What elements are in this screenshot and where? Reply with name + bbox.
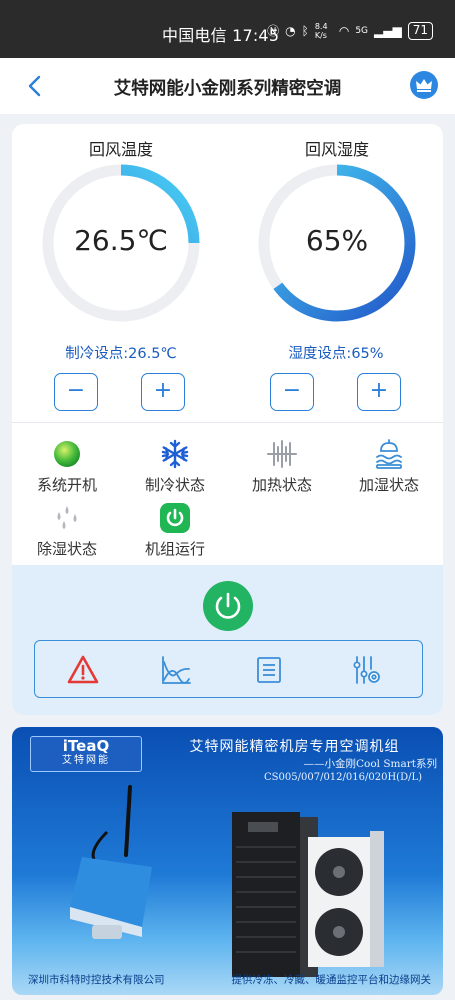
status-bar: 中国电信 17:45 Ⓝ ◔ ᛒ 8.4 K/s ◠ 5G ▂▄▆ 71 xyxy=(0,0,455,58)
return-temp-value: 26.5℃ xyxy=(74,224,168,257)
battery-indicator: 71 xyxy=(407,22,433,40)
heater-icon xyxy=(267,440,297,468)
product-banner[interactable]: iTeaQ 艾特网能 艾特网能精密机房专用空调机组 ——小金刚Cool Smar… xyxy=(12,727,443,995)
nav-bar: 艾特网能小金刚系列精密空调 xyxy=(0,58,455,114)
silent-icon: ◔ xyxy=(285,24,296,38)
settings-sliders-icon[interactable] xyxy=(350,654,382,686)
wifi-icon: ◠ xyxy=(338,24,350,38)
humidity-setpoint-label: 湿度设点:65% xyxy=(288,346,384,362)
green-ball-icon xyxy=(54,441,80,467)
status-label: 除湿状态 xyxy=(36,540,97,558)
carrier-time: 中国电信 17:45 xyxy=(162,26,280,45)
humidity-decrease-button[interactable]: − xyxy=(270,373,314,411)
outdoor-unit-icon xyxy=(308,831,384,967)
gateway-device-icon xyxy=(70,857,152,939)
antenna-icon xyxy=(124,785,132,857)
power-icon xyxy=(215,592,241,619)
return-humidity-value: 65% xyxy=(305,224,369,257)
alarm-icon[interactable] xyxy=(67,654,99,686)
droplets-icon xyxy=(57,506,77,529)
status-system-on: 系统开机 xyxy=(17,438,117,495)
signal-label: 5G xyxy=(355,26,369,36)
temp-increase-button[interactable]: + xyxy=(141,373,185,411)
status-humidifying: 加湿状态 xyxy=(339,438,439,495)
humidifier-icon xyxy=(376,439,402,469)
main-card: 回风温度 26.5℃ 制冷设点:26.5℃ − + 回风湿度 65% 湿度设点:… xyxy=(12,124,443,715)
status-heating: 加热状态 xyxy=(232,438,332,495)
list-icon[interactable] xyxy=(253,654,285,686)
function-toolbar xyxy=(34,640,423,698)
status-unit-running: 机组运行 xyxy=(125,502,225,559)
nfc-icon: Ⓝ xyxy=(267,24,280,38)
net-speed: 8.4 K/s xyxy=(314,22,328,40)
status-label: 系统开机 xyxy=(36,476,97,494)
page-title: 艾特网能小金刚系列精密空调 xyxy=(113,79,342,99)
return-humidity-title: 回风湿度 xyxy=(304,140,369,159)
cooling-setpoint-label: 制冷设点:26.5℃ xyxy=(65,346,177,362)
status-label: 机组运行 xyxy=(144,540,205,558)
humidity-increase-button[interactable]: + xyxy=(357,373,401,411)
status-label: 加湿状态 xyxy=(358,476,419,494)
signal-icon: ▂▄▆ xyxy=(374,24,402,38)
company-name: 深圳市科特时控技术有限公司 xyxy=(28,974,165,986)
bluetooth-icon: ᛒ xyxy=(301,24,309,38)
status-label: 制冷状态 xyxy=(144,476,205,494)
power-button[interactable] xyxy=(203,581,253,631)
status-dehumidifying: 除湿状态 xyxy=(17,502,117,559)
trend-chart-icon[interactable] xyxy=(160,654,192,686)
section-divider xyxy=(12,422,443,423)
service-slogan: 提供冷冻、冷藏、暖通监控平台和边缘网关 xyxy=(231,974,432,986)
product-illustration xyxy=(70,785,384,977)
snowflake-icon xyxy=(161,439,189,469)
crown-icon[interactable] xyxy=(410,71,438,99)
status-icons: Ⓝ ◔ ᛒ 8.4 K/s ◠ 5G ▂▄▆ 71 xyxy=(267,22,433,40)
temp-decrease-button[interactable]: − xyxy=(54,373,98,411)
status-label: 加热状态 xyxy=(251,476,312,494)
status-cooling: 制冷状态 xyxy=(125,438,225,495)
control-panel xyxy=(12,565,443,715)
indoor-unit-icon xyxy=(232,812,318,977)
return-temp-title: 回风温度 xyxy=(88,140,153,159)
power-icon xyxy=(160,503,190,533)
